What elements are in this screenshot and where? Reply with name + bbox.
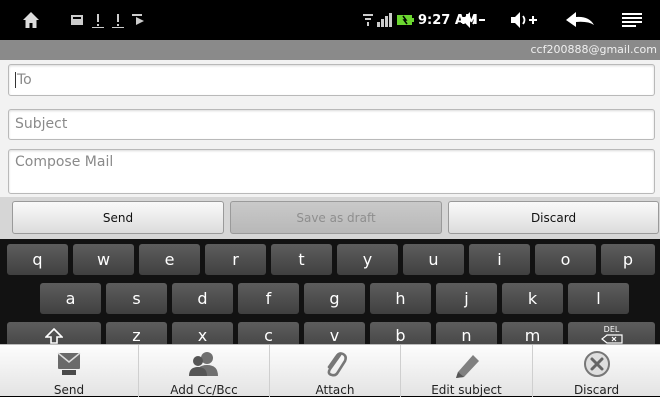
menu-item-add-cc-bcc[interactable]: Add Cc/Bcc [139, 345, 270, 397]
key-i[interactable]: i [469, 244, 530, 275]
key-d[interactable]: d [172, 283, 233, 314]
battery-icon [397, 0, 415, 40]
key-p[interactable]: p [601, 244, 655, 275]
add-contacts-icon [139, 350, 269, 378]
key-a[interactable]: a [40, 283, 101, 314]
discard-button[interactable]: Discard [448, 201, 659, 234]
key-g[interactable]: g [304, 283, 365, 314]
key-j[interactable]: j [436, 283, 497, 314]
volume-down-icon[interactable] [460, 0, 486, 40]
menu-item-send[interactable]: Send [0, 345, 139, 397]
key-u[interactable]: u [403, 244, 464, 275]
key-k[interactable]: k [502, 283, 563, 314]
options-menu: Send Add Cc/Bcc Attach Edit subject Disc… [0, 344, 660, 397]
play-store-icon [132, 0, 146, 40]
send-button[interactable]: Send [12, 201, 224, 234]
soft-keyboard: q w e r t y u i o p a s d f g h j k l z … [0, 239, 660, 353]
text-cursor [15, 72, 16, 88]
menu-item-edit-subject[interactable]: Edit subject [401, 345, 533, 397]
menu-icon[interactable] [622, 0, 642, 40]
key-q[interactable]: q [7, 244, 68, 275]
discard-icon [533, 350, 660, 378]
key-o[interactable]: o [535, 244, 596, 275]
key-w[interactable]: w [73, 244, 134, 275]
menu-item-edit-subject-label: Edit subject [431, 383, 502, 397]
warning-icon [112, 0, 124, 40]
paperclip-icon [270, 350, 400, 378]
delete-key-label: DEL [603, 325, 620, 334]
body-field[interactable]: Compose Mail [8, 149, 655, 194]
pencil-icon [401, 350, 532, 378]
menu-item-discard-label: Discard [573, 383, 620, 397]
body-placeholder: Compose Mail [15, 154, 114, 170]
to-placeholder: To [17, 72, 32, 88]
action-bar: Send Save as draft Discard [0, 197, 660, 239]
backspace-icon [600, 334, 623, 344]
key-f[interactable]: f [238, 283, 299, 314]
signal-icon [377, 0, 393, 40]
menu-item-discard[interactable]: Discard [533, 345, 660, 397]
key-r[interactable]: r [205, 244, 266, 275]
menu-item-send-label: Send [53, 383, 85, 397]
menu-item-attach-label: Attach [315, 383, 355, 397]
volume-up-icon[interactable] [510, 0, 538, 40]
status-bar: 9:27 AM [0, 0, 660, 40]
key-l[interactable]: l [568, 283, 629, 314]
wifi-icon [362, 0, 374, 40]
account-email: ccf200888@gmail.com [0, 40, 660, 60]
back-icon[interactable] [565, 0, 595, 40]
key-s[interactable]: s [106, 283, 167, 314]
key-e[interactable]: e [139, 244, 200, 275]
key-t[interactable]: t [271, 244, 332, 275]
send-mail-icon [0, 350, 138, 378]
subject-field[interactable]: Subject [8, 109, 655, 140]
to-field[interactable]: To [8, 64, 655, 96]
menu-item-add-cc-bcc-label: Add Cc/Bcc [170, 383, 238, 397]
warning-icon [92, 0, 104, 40]
compose-form: To Subject Compose Mail [0, 60, 660, 197]
subject-placeholder: Subject [15, 116, 68, 132]
save-as-draft-button[interactable]: Save as draft [230, 201, 442, 234]
key-h[interactable]: h [370, 283, 431, 314]
key-y[interactable]: y [337, 244, 398, 275]
home-icon[interactable] [22, 0, 40, 40]
shift-icon [45, 328, 63, 344]
notification-icon [70, 0, 84, 40]
menu-item-attach[interactable]: Attach [270, 345, 401, 397]
